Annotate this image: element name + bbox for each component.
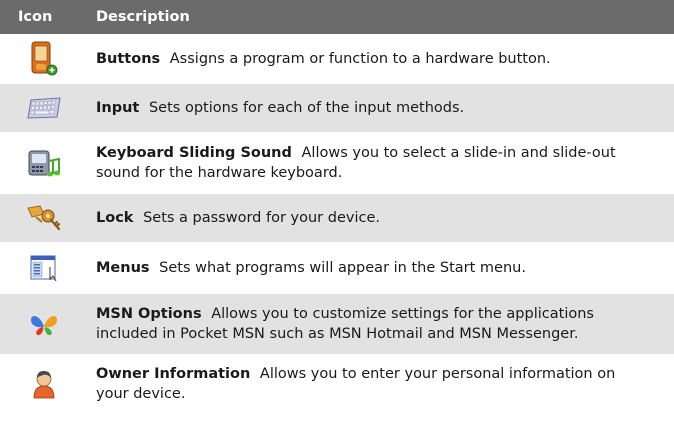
lock-keys-icon: [26, 204, 62, 232]
table-row: Owner Information Allows you to enter yo…: [0, 354, 674, 414]
row-title: Menus: [96, 260, 150, 276]
header-icon-column: Icon: [18, 9, 53, 25]
row-title: Keyboard Sliding Sound: [96, 145, 292, 161]
table-row: Keyboard Sliding Sound Allows you to sel…: [0, 132, 674, 194]
row-text: Sets a password for your device.: [143, 210, 380, 226]
row-description: Lock Sets a password for your device.: [96, 208, 674, 228]
table-row: Input Sets options for each of the input…: [0, 84, 674, 132]
menus-icon: [30, 255, 58, 281]
msn-butterfly-icon: [29, 312, 59, 336]
row-title: Lock: [96, 210, 134, 226]
row-description: Owner Information Allows you to enter yo…: [96, 364, 674, 404]
row-title: Input: [96, 100, 140, 116]
row-description: Menus Sets what programs will appear in …: [96, 258, 674, 278]
settings-table: Icon Description Buttons Assigns a progr…: [0, 0, 674, 414]
row-description: Input Sets options for each of the input…: [96, 98, 674, 118]
table-row: MSN Options Allows you to customize sett…: [0, 294, 674, 354]
header-description-column: Description: [96, 9, 190, 25]
row-text: Assigns a program or function to a hardw…: [169, 51, 551, 67]
table-row: Menus Sets what programs will appear in …: [0, 242, 674, 294]
buttons-icon: [29, 41, 59, 77]
row-title: Owner Information: [96, 366, 251, 382]
row-text: Sets what programs will appear in the St…: [159, 260, 526, 276]
row-text: Sets options for each of the input metho…: [148, 100, 465, 116]
keyboard-icon: [27, 97, 61, 119]
row-title: Buttons: [96, 51, 161, 67]
owner-person-icon: [31, 369, 57, 399]
row-description: Buttons Assigns a program or function to…: [96, 49, 674, 69]
row-description: MSN Options Allows you to customize sett…: [96, 304, 674, 344]
sliding-sound-icon: [27, 147, 61, 179]
table-header: Icon Description: [0, 0, 674, 34]
row-description: Keyboard Sliding Sound Allows you to sel…: [96, 143, 674, 183]
row-title: MSN Options: [96, 306, 202, 322]
table-row: Buttons Assigns a program or function to…: [0, 34, 674, 84]
table-row: Lock Sets a password for your device.: [0, 194, 674, 242]
